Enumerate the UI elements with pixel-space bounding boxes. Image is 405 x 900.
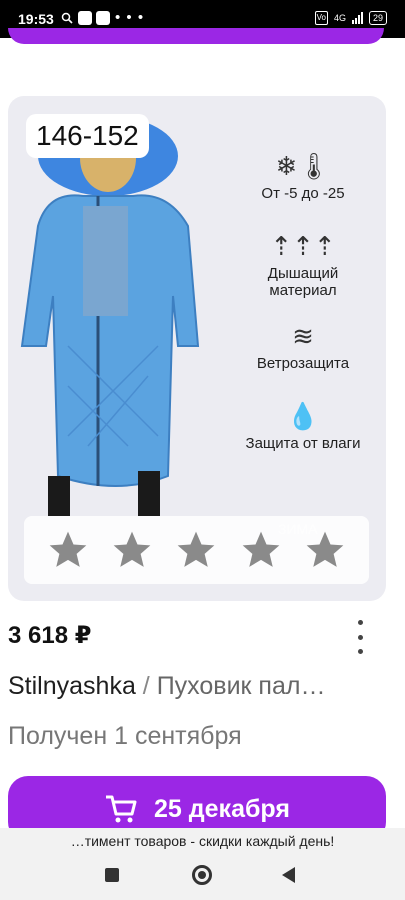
signal-icon xyxy=(351,12,363,24)
status-right: Vo 4G 29 xyxy=(314,11,387,25)
product-title[interactable]: Stilnyashka / Пуховик пал… xyxy=(8,672,393,701)
feature-temperature: ❄🌡 От -5 до -25 xyxy=(238,151,368,202)
water-drop-icon: 💧 xyxy=(286,401,320,431)
image-caption: ЗИМА xyxy=(278,521,318,537)
title-separator: / xyxy=(135,672,157,700)
previous-card-button-edge[interactable] xyxy=(8,28,384,44)
thermometer-snowflake-icon: ❄🌡 xyxy=(275,151,331,181)
star-icon xyxy=(178,531,215,567)
product-price: 3 618 ₽ xyxy=(8,622,92,649)
received-status: Получен 1 сентября xyxy=(8,722,242,750)
breathable-material-icon: ⇡⇡⇡ xyxy=(270,231,336,261)
product-name: Пуховик пал… xyxy=(156,672,326,700)
feature-label: Защита от влаги xyxy=(245,435,361,452)
status-time: 19:53 xyxy=(18,11,54,27)
delivery-date-label: 25 декабря xyxy=(154,794,290,823)
home-button[interactable] xyxy=(192,865,212,885)
app-icon xyxy=(78,11,92,25)
promo-banner[interactable]: …тимент товаров - скидки каждый день! xyxy=(0,828,405,854)
notification-icons xyxy=(60,11,110,25)
volte-icon: Vo xyxy=(314,11,328,25)
feature-windproof: ≋ Ветрозащита xyxy=(238,321,368,372)
more-options-icon[interactable] xyxy=(352,620,368,654)
feature-label: Дышащий материал xyxy=(267,265,339,299)
feature-label: От -5 до -25 xyxy=(261,185,345,202)
product-image[interactable]: 146-152 ❄🌡 От -5 до -25 ⇡⇡⇡ Дышащий мате… xyxy=(8,96,386,601)
feature-breathable: ⇡⇡⇡ Дышащий материал xyxy=(238,231,368,299)
more-notifications-icon: • • • xyxy=(115,9,145,26)
back-button[interactable] xyxy=(282,867,295,883)
product-brand: Stilnyashka xyxy=(8,672,136,700)
battery-icon: 29 xyxy=(368,11,387,25)
cart-icon xyxy=(106,795,137,823)
size-badge: 146-152 xyxy=(26,114,149,158)
star-icon xyxy=(113,531,151,567)
wind-icon: ≋ xyxy=(292,321,314,351)
network-type: 4G xyxy=(333,13,346,23)
star-icon xyxy=(242,531,279,567)
system-nav-bar xyxy=(0,854,405,900)
recent-apps-button[interactable] xyxy=(105,868,119,882)
star-icon xyxy=(49,531,87,567)
feature-waterproof: 💧 Защита от влаги xyxy=(238,401,368,452)
message-icon xyxy=(96,11,110,25)
search-icon xyxy=(60,11,74,25)
feature-label: Ветрозащита xyxy=(256,355,350,372)
